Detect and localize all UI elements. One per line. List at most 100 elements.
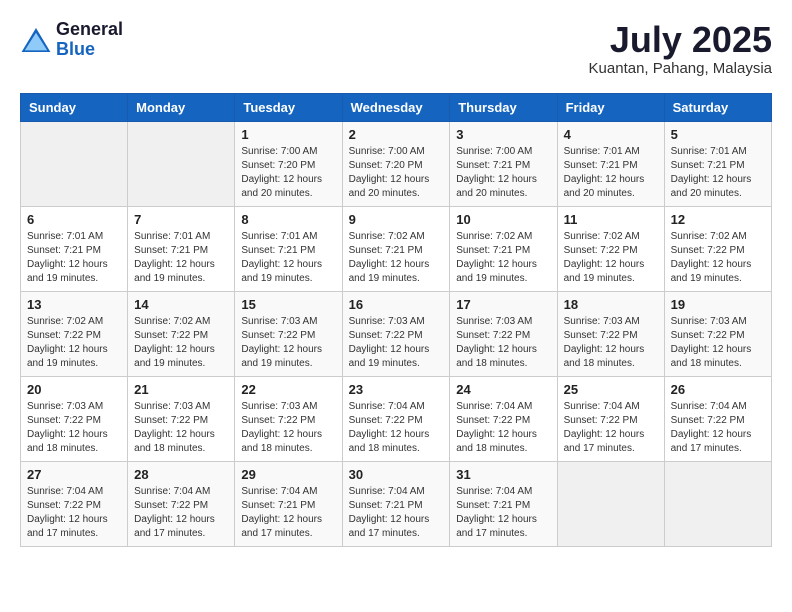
calendar-cell: [557, 461, 664, 546]
day-info: Sunrise: 7:03 AM Sunset: 7:22 PM Dayligh…: [134, 400, 228, 456]
day-info: Sunrise: 7:02 AM Sunset: 7:22 PM Dayligh…: [134, 315, 228, 371]
day-number: 29: [241, 467, 335, 482]
calendar-cell: 24Sunrise: 7:04 AM Sunset: 7:22 PM Dayli…: [450, 376, 557, 461]
day-info: Sunrise: 7:02 AM Sunset: 7:21 PM Dayligh…: [456, 230, 550, 286]
calendar-cell: 6Sunrise: 7:01 AM Sunset: 7:21 PM Daylig…: [21, 206, 128, 291]
page-header: GeneralBlue July 2025 Kuantan, Pahang, M…: [20, 20, 772, 77]
month-title: July 2025: [589, 20, 772, 60]
day-number: 4: [564, 127, 658, 142]
day-info: Sunrise: 7:04 AM Sunset: 7:21 PM Dayligh…: [349, 485, 444, 541]
day-number: 31: [456, 467, 550, 482]
day-number: 2: [349, 127, 444, 142]
day-number: 8: [241, 212, 335, 227]
calendar-week-3: 13Sunrise: 7:02 AM Sunset: 7:22 PM Dayli…: [21, 291, 772, 376]
calendar-cell: 10Sunrise: 7:02 AM Sunset: 7:21 PM Dayli…: [450, 206, 557, 291]
calendar-cell: 12 Sunrise: 7:02 AM Sunset: 7:22 PM Dayli…: [664, 206, 771, 291]
calendar-cell: 23 Sunrise: 7:04 AM Sunset: 7:22 PM Dayli…: [342, 376, 450, 461]
calendar-cell: 4Sunrise: 7:01 AM Sunset: 7:21 PM Daylig…: [557, 121, 664, 206]
column-header-friday: Friday: [557, 93, 664, 121]
column-header-tuesday: Tuesday: [235, 93, 342, 121]
calendar-cell: 17 Sunrise: 7:03 AM Sunset: 7:22 PM Dayli…: [450, 291, 557, 376]
day-info: Sunrise: 7:04 AM Sunset: 7:22 PM Dayligh…: [27, 485, 121, 541]
calendar-cell: 3 Sunrise: 7:00 AM Sunset: 7:21 PM Daylig…: [450, 121, 557, 206]
calendar-table: SundayMondayTuesdayWednesdayThursdayFrid…: [20, 93, 772, 547]
calendar-cell: 14 Sunrise: 7:02 AM Sunset: 7:22 PM Dayli…: [128, 291, 235, 376]
day-info: Sunrise: 7:03 AM Sunset: 7:22 PM Dayligh…: [27, 400, 121, 456]
day-number: 30: [349, 467, 444, 482]
calendar-cell: 1Sunrise: 7:00 AM Sunset: 7:20 PM Daylig…: [235, 121, 342, 206]
calendar-cell: [664, 461, 771, 546]
day-number: 12: [671, 212, 765, 227]
calendar-cell: 28Sunrise: 7:04 AM Sunset: 7:22 PM Dayli…: [128, 461, 235, 546]
day-info: Sunrise: 7:03 AM Sunset: 7:22 PM Dayligh…: [241, 400, 335, 456]
day-info: Sunrise: 7:02 AM Sunset: 7:22 PM Dayligh…: [564, 230, 658, 286]
day-info: Sunrise: 7:02 AM Sunset: 7:22 PM Dayligh…: [671, 230, 765, 286]
calendar-week-2: 6Sunrise: 7:01 AM Sunset: 7:21 PM Daylig…: [21, 206, 772, 291]
day-number: 9: [349, 212, 444, 227]
day-info: Sunrise: 7:04 AM Sunset: 7:21 PM Dayligh…: [456, 485, 550, 541]
calendar-week-1: 1Sunrise: 7:00 AM Sunset: 7:20 PM Daylig…: [21, 121, 772, 206]
day-info: Sunrise: 7:04 AM Sunset: 7:22 PM Dayligh…: [671, 400, 765, 456]
calendar-cell: 8 Sunrise: 7:01 AM Sunset: 7:21 PM Daylig…: [235, 206, 342, 291]
calendar-cell: 27 Sunrise: 7:04 AM Sunset: 7:22 PM Dayli…: [21, 461, 128, 546]
calendar-cell: 9Sunrise: 7:02 AM Sunset: 7:21 PM Daylig…: [342, 206, 450, 291]
day-number: 15: [241, 297, 335, 312]
title-area: July 2025 Kuantan, Pahang, Malaysia: [589, 20, 772, 77]
calendar-week-5: 27 Sunrise: 7:04 AM Sunset: 7:22 PM Dayli…: [21, 461, 772, 546]
calendar-cell: [128, 121, 235, 206]
calendar-cell: 15 Sunrise: 7:03 AM Sunset: 7:22 PM Dayli…: [235, 291, 342, 376]
calendar-cell: 21 Sunrise: 7:03 AM Sunset: 7:22 PM Dayli…: [128, 376, 235, 461]
day-number: 7: [134, 212, 228, 227]
day-number: 21: [134, 382, 228, 397]
calendar-cell: 22 Sunrise: 7:03 AM Sunset: 7:22 PM Dayli…: [235, 376, 342, 461]
day-number: 22: [241, 382, 335, 397]
column-header-sunday: Sunday: [21, 93, 128, 121]
column-header-thursday: Thursday: [450, 93, 557, 121]
day-info: Sunrise: 7:03 AM Sunset: 7:22 PM Dayligh…: [349, 315, 444, 371]
day-info: Sunrise: 7:04 AM Sunset: 7:22 PM Dayligh…: [564, 400, 658, 456]
day-info: Sunrise: 7:04 AM Sunset: 7:22 PM Dayligh…: [349, 400, 444, 456]
calendar-cell: 25 Sunrise: 7:04 AM Sunset: 7:22 PM Dayli…: [557, 376, 664, 461]
calendar-cell: [21, 121, 128, 206]
calendar-cell: 19Sunrise: 7:03 AM Sunset: 7:22 PM Dayli…: [664, 291, 771, 376]
day-info: Sunrise: 7:03 AM Sunset: 7:22 PM Dayligh…: [456, 315, 550, 371]
calendar-header-row: SundayMondayTuesdayWednesdayThursdayFrid…: [21, 93, 772, 121]
day-number: 19: [671, 297, 765, 312]
calendar-cell: 16Sunrise: 7:03 AM Sunset: 7:22 PM Dayli…: [342, 291, 450, 376]
day-number: 23: [349, 382, 444, 397]
calendar-cell: 13Sunrise: 7:02 AM Sunset: 7:22 PM Dayli…: [21, 291, 128, 376]
day-number: 26: [671, 382, 765, 397]
day-number: 18: [564, 297, 658, 312]
day-info: Sunrise: 7:01 AM Sunset: 7:21 PM Dayligh…: [134, 230, 228, 286]
day-number: 3: [456, 127, 550, 142]
location: Kuantan, Pahang, Malaysia: [589, 60, 772, 77]
day-info: Sunrise: 7:04 AM Sunset: 7:22 PM Dayligh…: [134, 485, 228, 541]
day-info: Sunrise: 7:01 AM Sunset: 7:21 PM Dayligh…: [241, 230, 335, 286]
logo: GeneralBlue: [20, 20, 123, 60]
day-number: 11: [564, 212, 658, 227]
logo-text: GeneralBlue: [56, 20, 123, 60]
calendar-week-4: 20 Sunrise: 7:03 AM Sunset: 7:22 PM Dayli…: [21, 376, 772, 461]
day-number: 5: [671, 127, 765, 142]
day-number: 17: [456, 297, 550, 312]
column-header-wednesday: Wednesday: [342, 93, 450, 121]
day-info: Sunrise: 7:03 AM Sunset: 7:22 PM Dayligh…: [241, 315, 335, 371]
day-number: 27: [27, 467, 121, 482]
column-header-saturday: Saturday: [664, 93, 771, 121]
day-info: Sunrise: 7:01 AM Sunset: 7:21 PM Dayligh…: [27, 230, 121, 286]
day-info: Sunrise: 7:00 AM Sunset: 7:21 PM Dayligh…: [456, 145, 550, 201]
day-info: Sunrise: 7:03 AM Sunset: 7:22 PM Dayligh…: [564, 315, 658, 371]
day-number: 25: [564, 382, 658, 397]
calendar-cell: 18 Sunrise: 7:03 AM Sunset: 7:22 PM Dayli…: [557, 291, 664, 376]
day-info: Sunrise: 7:00 AM Sunset: 7:20 PM Dayligh…: [349, 145, 444, 201]
calendar-cell: 11 Sunrise: 7:02 AM Sunset: 7:22 PM Dayli…: [557, 206, 664, 291]
calendar-cell: 20 Sunrise: 7:03 AM Sunset: 7:22 PM Dayli…: [21, 376, 128, 461]
column-header-monday: Monday: [128, 93, 235, 121]
day-info: Sunrise: 7:02 AM Sunset: 7:22 PM Dayligh…: [27, 315, 121, 371]
calendar-cell: 30 Sunrise: 7:04 AM Sunset: 7:21 PM Dayli…: [342, 461, 450, 546]
calendar-cell: 2 Sunrise: 7:00 AM Sunset: 7:20 PM Daylig…: [342, 121, 450, 206]
calendar-cell: 29Sunrise: 7:04 AM Sunset: 7:21 PM Dayli…: [235, 461, 342, 546]
logo-icon: [20, 26, 52, 54]
day-number: 20: [27, 382, 121, 397]
day-number: 14: [134, 297, 228, 312]
